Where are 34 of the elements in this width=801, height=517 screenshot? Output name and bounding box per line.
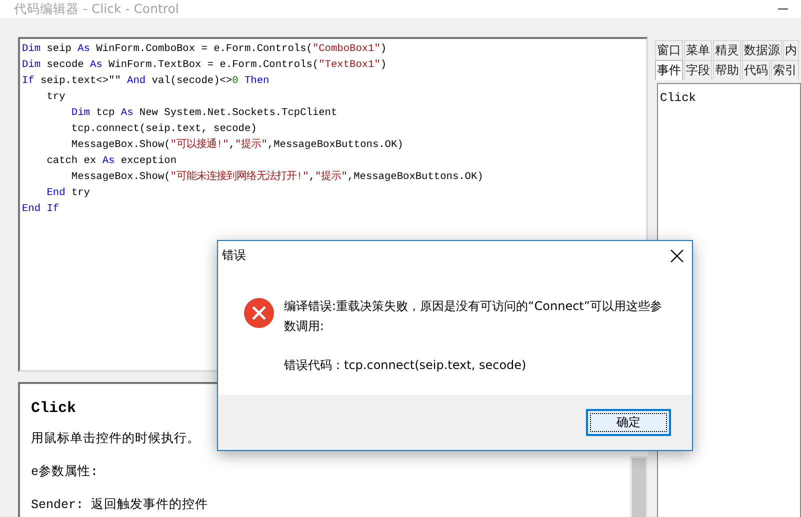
code-line: MessageBox.Show("可能未连接到网络无法打开!","提示",MessageBoxButtons.OK): [70, 169, 484, 185]
window-title: 代码编辑器 - Click - Control: [14, 0, 179, 18]
code-line: End If: [22, 202, 60, 217]
tab[interactable]: 帮助: [713, 60, 741, 80]
error-message: 编译错误:重载决策失败，原因是没有可访问的“Connect”可以用这些参数调用:: [284, 298, 664, 335]
help-title: Click: [31, 400, 76, 417]
code-line: Dim seip As WinForm.ComboBox = e.Form.Controls("ComboBox1"): [22, 42, 387, 57]
code-line: End try: [46, 186, 90, 201]
error-icon: [244, 298, 274, 328]
list-item[interactable]: Click: [660, 91, 696, 105]
help-text: e参数属性:: [31, 464, 98, 481]
tab[interactable]: 窗口: [655, 40, 683, 60]
tab[interactable]: 内: [783, 40, 799, 60]
tab[interactable]: 字段: [684, 60, 712, 80]
code-line: tcp.connect(seip.text, secode): [70, 122, 257, 137]
help-text: 用鼠标单击控件的时候执行。: [31, 431, 200, 448]
code-line: try: [46, 90, 66, 105]
tab[interactable]: 数据源: [742, 40, 782, 60]
code-line: If seip.text<>"" And val(secode)<>0 Then: [22, 74, 270, 89]
error-detail: 错误代码：tcp.connect(seip.text, secode): [284, 357, 526, 374]
ok-button[interactable]: 确定: [586, 409, 671, 436]
code-line: catch ex As exception: [46, 154, 176, 169]
tab[interactable]: 代码: [742, 60, 770, 80]
scrollbar[interactable]: [630, 456, 648, 517]
help-text: Sender: 返回触发事件的控件: [31, 497, 208, 514]
dialog-title: 错误: [222, 247, 246, 264]
code-line: Dim tcp As New System.Net.Sockets.TcpClient: [70, 106, 338, 121]
tab[interactable]: 索引: [771, 60, 799, 80]
tab[interactable]: 精灵: [713, 40, 741, 60]
close-icon[interactable]: [670, 248, 684, 262]
tab[interactable]: 菜单: [684, 40, 712, 60]
code-line: MessageBox.Show("可以接通!","提示",MessageBoxButtons.OK): [70, 137, 404, 153]
tab[interactable]: 事件: [655, 60, 683, 80]
code-line: Dim secode As WinForm.TextBox = e.Form.Controls("TextBox1"): [22, 58, 387, 73]
